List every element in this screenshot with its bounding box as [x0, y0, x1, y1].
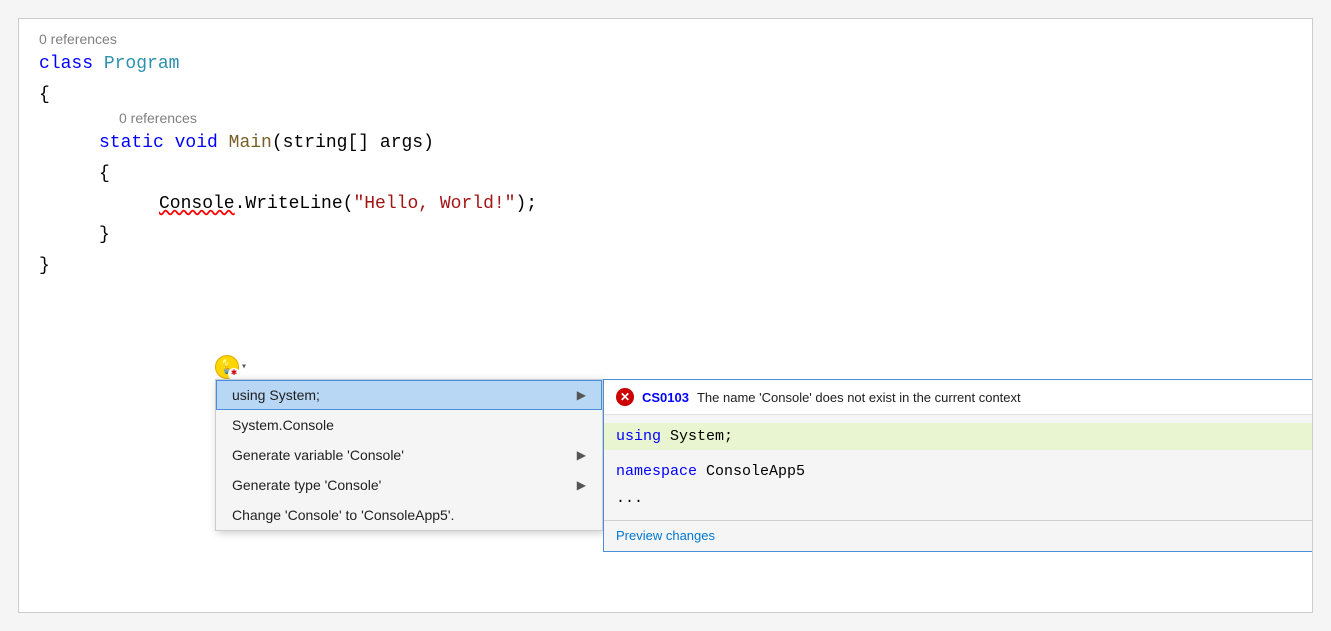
menu-item-system-console[interactable]: System.Console — [216, 410, 602, 440]
error-icon: ✕ — [616, 388, 634, 406]
ref-line-class: 0 references — [39, 31, 1292, 47]
menu-item-using-system[interactable]: using System; ▶ — [216, 380, 602, 410]
class-name: Program — [104, 49, 180, 80]
preview-footer: Preview changes — [604, 520, 1312, 551]
class-declaration-line: class Program — [39, 49, 1292, 80]
preview-panel: ✕ CS0103 The name 'Console' does not exi… — [603, 379, 1313, 552]
menu-item-arrow-0: ▶ — [577, 388, 586, 402]
brace-close-method: } — [99, 220, 1292, 251]
brace-open-class: { — [39, 80, 1292, 111]
menu-item-label: Change 'Console' to 'ConsoleApp5'. — [232, 507, 454, 523]
menu-item-label: Generate variable 'Console' — [232, 447, 404, 463]
error-message: The name 'Console' does not exist in the… — [697, 390, 1021, 405]
closing-paren-semi: ); — [515, 189, 537, 220]
keyword-static: static — [99, 128, 164, 159]
lightbulb-area[interactable]: 💡 ▾ — [215, 355, 247, 379]
menu-item-label: System.Console — [232, 417, 334, 433]
system-text: System; — [670, 428, 733, 445]
brace-char-4: } — [39, 251, 50, 282]
menu-item-generate-variable[interactable]: Generate variable 'Console' ▶ — [216, 440, 602, 470]
brace-open-method: { — [99, 159, 1292, 190]
menu-item-generate-type[interactable]: Generate type 'Console' ▶ — [216, 470, 602, 500]
brace-char-3: } — [99, 220, 110, 251]
preview-line-dots: ... — [616, 485, 1300, 512]
keyword-class: class — [39, 49, 93, 80]
preview-line-1: using System; — [616, 423, 1300, 450]
menu-item-label: using System; — [232, 387, 320, 403]
method-signature-line: static void Main (string[] args) — [99, 128, 1292, 159]
console-writeline-line: Console .WriteLine( "Hello, World!" ); — [159, 189, 1292, 220]
menu-item-label: Generate type 'Console' — [232, 477, 381, 493]
lightbulb-icon[interactable]: 💡 — [215, 355, 239, 379]
ref-line-method: 0 references — [119, 110, 1292, 126]
preview-empty-line — [616, 450, 1300, 458]
namespace-name: ConsoleApp5 — [706, 463, 805, 480]
menu-item-change-console[interactable]: Change 'Console' to 'ConsoleApp5'. — [216, 500, 602, 530]
keyword-void: void — [175, 128, 218, 159]
highlighted-using-line: using System; — [604, 423, 1312, 450]
code-area: 0 references class Program { 0 reference… — [19, 19, 1312, 293]
dot-writeline: .WriteLine( — [235, 189, 354, 220]
method-name: Main — [229, 128, 272, 159]
menu-item-arrow-2: ▶ — [577, 448, 586, 462]
string-literal: "Hello, World!" — [353, 189, 515, 220]
menu-item-arrow-3: ▶ — [577, 478, 586, 492]
error-code: CS0103 — [642, 390, 689, 405]
dots-text: ... — [616, 490, 643, 507]
console-token: Console — [159, 189, 235, 220]
brace-char: { — [39, 80, 50, 111]
brace-char-2: { — [99, 159, 110, 190]
context-menu: using System; ▶ System.Console Generate … — [215, 379, 603, 531]
preview-code-area: using System; namespace ConsoleApp5 ... — [604, 415, 1312, 520]
editor-window: 0 references class Program { 0 reference… — [18, 18, 1313, 613]
brace-close-class: } — [39, 251, 1292, 282]
lightbulb-dropdown-arrow[interactable]: ▾ — [241, 361, 247, 373]
preview-changes-link[interactable]: Preview changes — [616, 528, 715, 543]
using-keyword: using — [616, 428, 661, 445]
preview-line-namespace: namespace ConsoleApp5 — [616, 458, 1300, 485]
preview-error-bar: ✕ CS0103 The name 'Console' does not exi… — [604, 380, 1312, 415]
namespace-keyword: namespace — [616, 463, 697, 480]
method-params: (string[] args) — [272, 128, 434, 159]
